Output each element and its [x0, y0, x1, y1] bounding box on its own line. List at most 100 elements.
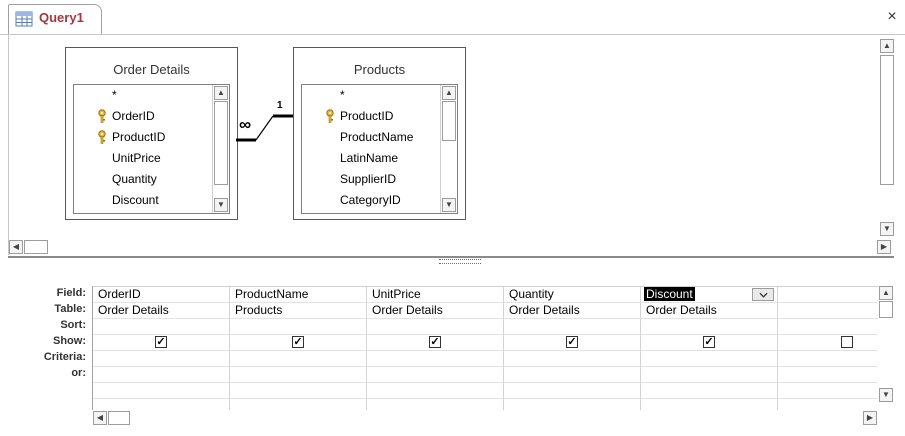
table-box-products[interactable]: Products * ProductID ProductName LatinNa… [293, 47, 466, 220]
cell-empty[interactable] [778, 383, 878, 399]
cell-criteria[interactable] [367, 351, 504, 367]
cell-empty[interactable] [641, 383, 778, 399]
cell-sort[interactable] [93, 319, 230, 335]
cell-criteria[interactable] [504, 351, 641, 367]
scroll-thumb[interactable] [879, 301, 893, 318]
scroll-up-icon[interactable]: ▲ [214, 86, 228, 100]
scroll-up-icon[interactable]: ▲ [880, 39, 894, 53]
cell-criteria[interactable] [778, 351, 878, 367]
cell-empty[interactable] [504, 383, 641, 399]
grid-column[interactable]: Discount Order Details ✓ [641, 287, 778, 410]
grid-column[interactable]: Quantity Order Details ✓ [504, 287, 641, 410]
scroll-down-icon[interactable]: ▼ [214, 198, 228, 212]
field-item[interactable]: SupplierID [322, 169, 440, 190]
field-item[interactable]: ProductID [94, 127, 212, 148]
show-checkbox[interactable]: ✓ [703, 336, 715, 348]
scroll-left-icon[interactable]: ◀ [93, 411, 107, 425]
field-item[interactable]: * [94, 85, 212, 106]
field-item[interactable]: Quantity [94, 169, 212, 190]
cell-empty[interactable] [93, 383, 230, 399]
cell-field[interactable]: ProductName [230, 287, 367, 303]
grid-column[interactable]: UnitPrice Order Details ✓ [367, 287, 504, 410]
cell-empty[interactable] [230, 399, 367, 410]
cell-field[interactable]: OrderID [93, 287, 230, 303]
cell-sort[interactable] [230, 319, 367, 335]
tab-query1[interactable]: Query1 [8, 4, 102, 35]
field-item[interactable]: UnitPrice [94, 148, 212, 169]
scroll-up-icon[interactable]: ▲ [879, 286, 893, 300]
show-checkbox[interactable]: ✓ [429, 336, 441, 348]
cell-criteria[interactable] [93, 351, 230, 367]
table-title[interactable]: Order Details [66, 62, 237, 77]
cell-sort[interactable] [367, 319, 504, 335]
cell-empty[interactable] [641, 399, 778, 410]
scroll-down-icon[interactable]: ▼ [442, 198, 456, 212]
grid-column[interactable]: OrderID Order Details ✓ [93, 287, 230, 410]
cell-field[interactable]: UnitPrice [367, 287, 504, 303]
cell-table[interactable]: Order Details [641, 303, 778, 319]
show-checkbox[interactable]: ✓ [566, 336, 578, 348]
field-item[interactable]: CategoryID [322, 190, 440, 211]
cell-empty[interactable] [367, 399, 504, 410]
cell-or[interactable] [504, 367, 641, 383]
cell-empty[interactable] [504, 399, 641, 410]
cell-empty[interactable] [230, 383, 367, 399]
cell-or[interactable] [778, 367, 878, 383]
cell-table[interactable]: Order Details [504, 303, 641, 319]
cell-empty[interactable] [778, 399, 878, 410]
cell-sort[interactable] [504, 319, 641, 335]
cell-table[interactable] [778, 303, 878, 319]
scroll-thumb[interactable] [880, 55, 894, 185]
field-item[interactable]: ProductName [322, 127, 440, 148]
cell-table[interactable]: Order Details [93, 303, 230, 319]
cell-sort[interactable] [641, 319, 778, 335]
cell-table[interactable]: Order Details [367, 303, 504, 319]
scroll-thumb[interactable] [24, 240, 48, 254]
field-list-scrollbar[interactable]: ▲ ▼ [212, 85, 229, 213]
scroll-down-icon[interactable]: ▼ [879, 388, 893, 402]
field-item[interactable]: OrderID [94, 106, 212, 127]
field-item[interactable]: ProductID [322, 106, 440, 127]
table-title[interactable]: Products [294, 62, 465, 77]
query-design-grid[interactable]: Field: Table: Sort: Show: Criteria: or: … [8, 266, 894, 431]
grid-vscrollbar[interactable]: ▲ ▼ [878, 286, 894, 402]
cell-field[interactable] [778, 287, 878, 303]
grid-hscrollbar[interactable]: ◀ ▶ [93, 410, 878, 426]
cell-or[interactable] [641, 367, 778, 383]
show-checkbox[interactable]: ✓ [155, 336, 167, 348]
table-design-pane[interactable]: Order Details * OrderID ProductID UnitPr… [8, 35, 895, 255]
scroll-thumb[interactable] [214, 101, 228, 185]
cell-empty[interactable] [93, 399, 230, 410]
cell-sort[interactable] [778, 319, 878, 335]
scroll-up-icon[interactable]: ▲ [442, 86, 456, 100]
table-box-order-details[interactable]: Order Details * OrderID ProductID UnitPr… [65, 47, 238, 220]
pane-splitter[interactable] [8, 256, 894, 266]
grid-column[interactable]: ProductName Products ✓ [230, 287, 367, 410]
field-dropdown-button[interactable] [752, 288, 774, 301]
show-checkbox[interactable]: ✓ [292, 336, 304, 348]
field-item[interactable]: Discount [94, 190, 212, 211]
scroll-left-icon[interactable]: ◀ [9, 240, 23, 254]
selected-field-text[interactable]: Discount [644, 287, 695, 301]
cell-or[interactable] [230, 367, 367, 383]
cell-field[interactable]: Quantity [504, 287, 641, 303]
cell-empty[interactable] [367, 383, 504, 399]
grid-column[interactable] [778, 287, 878, 410]
field-list-scrollbar[interactable]: ▲ ▼ [440, 85, 457, 213]
cell-field[interactable]: Discount [641, 287, 778, 303]
cell-table[interactable]: Products [230, 303, 367, 319]
cell-or[interactable] [367, 367, 504, 383]
scroll-thumb[interactable] [108, 411, 130, 425]
field-item[interactable]: * [322, 85, 440, 106]
design-pane-vscrollbar[interactable]: ▲ ▼ [879, 35, 895, 239]
cell-or[interactable] [93, 367, 230, 383]
show-checkbox[interactable] [841, 336, 853, 348]
scroll-thumb[interactable] [442, 101, 456, 141]
field-item[interactable]: LatinName [322, 148, 440, 169]
splitter-grip[interactable] [439, 259, 481, 264]
scroll-right-icon[interactable]: ▶ [863, 411, 877, 425]
design-pane-hscrollbar[interactable]: ◀ ▶ [9, 239, 895, 255]
scroll-down-icon[interactable]: ▼ [880, 222, 894, 236]
scroll-right-icon[interactable]: ▶ [877, 240, 891, 254]
cell-criteria[interactable] [230, 351, 367, 367]
